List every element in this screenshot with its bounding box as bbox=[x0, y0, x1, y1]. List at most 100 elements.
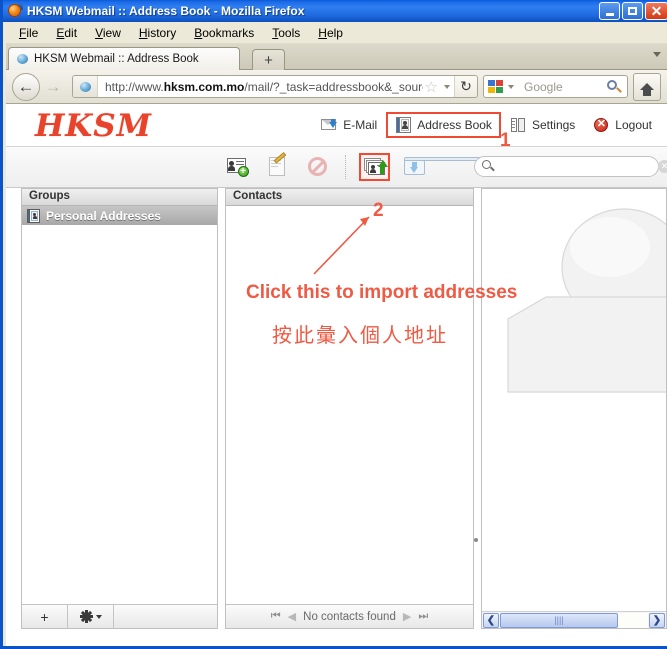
add-group-button[interactable]: + bbox=[22, 605, 68, 628]
menu-tools[interactable]: Tools bbox=[263, 24, 309, 42]
close-button[interactable]: ✕ bbox=[645, 2, 667, 20]
edit-pencil-icon bbox=[265, 152, 291, 180]
toolbar-button-group: + bbox=[222, 152, 636, 181]
menu-bookmarks[interactable]: Bookmarks bbox=[185, 24, 263, 42]
grip-icon: |||| bbox=[554, 615, 564, 625]
nav-address-book[interactable]: Address Book bbox=[386, 112, 501, 138]
url-text: http://www.hksm.com.mo/mail/?_task=addre… bbox=[105, 79, 423, 94]
plus-icon: + bbox=[264, 52, 273, 69]
maximize-button[interactable] bbox=[622, 2, 643, 20]
browser-window: HKSM Webmail :: Address Book - Mozilla F… bbox=[0, 0, 667, 649]
groups-panel-footer: + bbox=[22, 604, 217, 628]
add-contact-button[interactable]: + bbox=[222, 153, 253, 181]
scroll-left-button[interactable]: ❮ bbox=[483, 612, 499, 628]
addressbook-columns: Groups Personal Addresses + Contacts ⏮ ◀… bbox=[6, 188, 667, 646]
tab-title: HKSM Webmail :: Address Book bbox=[34, 53, 199, 65]
contacts-list bbox=[226, 206, 473, 604]
url-bar[interactable]: http://www.hksm.com.mo/mail/?_task=addre… bbox=[72, 75, 478, 98]
site-favicon-icon bbox=[73, 76, 98, 97]
group-item-personal-addresses[interactable]: Personal Addresses bbox=[22, 206, 217, 225]
mail-icon bbox=[321, 117, 338, 133]
contacts-search-field[interactable]: ✕ bbox=[474, 156, 667, 177]
settings-icon bbox=[510, 117, 527, 133]
window-controls: ✕ bbox=[599, 2, 667, 20]
contacts-panel-footer: ⏮ ◀ No contacts found ▶ ⏭ bbox=[226, 604, 473, 628]
export-contacts-icon bbox=[402, 155, 636, 179]
nav-logout[interactable]: ✕ Logout bbox=[584, 112, 661, 138]
menu-bar: File Edit View History Bookmarks Tools H… bbox=[6, 22, 667, 43]
list-all-tabs-icon[interactable] bbox=[653, 52, 661, 57]
import-contacts-button[interactable] bbox=[359, 153, 390, 181]
pager-prev-icon[interactable]: ◀ bbox=[288, 610, 296, 623]
webmail-header: HKSM E-Mail Address Book Settings ✕ Logo… bbox=[6, 104, 667, 151]
gear-icon bbox=[79, 610, 93, 623]
hksm-logo: HKSM bbox=[35, 108, 152, 144]
address-book-icon bbox=[395, 117, 412, 133]
add-contact-icon: + bbox=[224, 154, 252, 180]
nav-email[interactable]: E-Mail bbox=[312, 112, 386, 138]
navigation-toolbar: ← → http://www.hksm.com.mo/mail/?_task=a… bbox=[6, 70, 667, 104]
menu-view[interactable]: View bbox=[86, 24, 130, 42]
browser-search-bar[interactable]: Google bbox=[483, 75, 628, 98]
group-options-button[interactable] bbox=[68, 605, 114, 628]
back-button[interactable]: ← bbox=[12, 72, 40, 101]
title-bar: HKSM Webmail :: Address Book - Mozilla F… bbox=[3, 0, 667, 22]
chevron-down-icon[interactable] bbox=[444, 84, 450, 89]
group-item-label: Personal Addresses bbox=[46, 208, 161, 223]
browser-tab-active[interactable]: HKSM Webmail :: Address Book bbox=[8, 47, 240, 70]
chevron-down-icon bbox=[95, 614, 102, 619]
firefox-icon bbox=[7, 3, 23, 19]
contacts-pager: ⏮ ◀ No contacts found ▶ ⏭ bbox=[226, 610, 473, 623]
window-title: HKSM Webmail :: Address Book - Mozilla F… bbox=[27, 4, 305, 18]
search-icon bbox=[482, 159, 496, 174]
menu-help[interactable]: Help bbox=[309, 24, 352, 42]
nav-settings-label: Settings bbox=[531, 118, 576, 132]
reload-button[interactable]: ↻ bbox=[454, 76, 477, 97]
minimize-button[interactable] bbox=[599, 2, 620, 20]
close-icon: ✕ bbox=[650, 3, 663, 19]
annotation-step-2: 2 bbox=[373, 200, 384, 221]
address-book-icon bbox=[27, 208, 40, 223]
search-icon[interactable] bbox=[605, 78, 623, 96]
search-engine-chevron-icon[interactable] bbox=[508, 84, 514, 89]
pager-next-icon[interactable]: ▶ bbox=[403, 610, 411, 623]
groups-panel-header: Groups bbox=[22, 189, 217, 206]
hscroll-track[interactable]: |||| bbox=[500, 612, 648, 628]
export-contacts-button[interactable] bbox=[399, 153, 636, 181]
edit-contact-button[interactable] bbox=[262, 152, 293, 181]
contacts-panel: Contacts ⏮ ◀ No contacts found ▶ ⏭ bbox=[225, 188, 474, 629]
google-logo-icon bbox=[488, 79, 504, 94]
contact-frame-hscrollbar[interactable]: ❮ |||| ❯ bbox=[482, 611, 666, 628]
menu-edit[interactable]: Edit bbox=[47, 24, 86, 42]
nav-logout-label: Logout bbox=[615, 118, 652, 132]
home-button[interactable] bbox=[633, 72, 661, 101]
tab-strip: HKSM Webmail :: Address Book + bbox=[6, 43, 667, 71]
browser-search-placeholder: Google bbox=[524, 79, 563, 94]
back-arrow-icon: ← bbox=[17, 76, 35, 96]
hscroll-thumb[interactable]: |||| bbox=[500, 612, 618, 628]
home-icon bbox=[640, 83, 654, 96]
annotation-instruction-zh: 按此彙入個人地址 bbox=[272, 323, 448, 347]
tab-favicon-icon bbox=[17, 53, 29, 65]
nav-address-book-label: Address Book bbox=[417, 118, 492, 132]
scroll-right-button[interactable]: ❯ bbox=[649, 612, 665, 628]
nav-settings[interactable]: Settings bbox=[501, 112, 584, 138]
search-input[interactable] bbox=[496, 158, 658, 175]
forward-button[interactable]: → bbox=[40, 74, 66, 100]
pager-last-icon[interactable]: ⏭ bbox=[418, 610, 428, 623]
import-contacts-icon bbox=[362, 155, 388, 179]
watermark-illustration bbox=[482, 189, 666, 605]
bookmark-star-icon[interactable]: ☆ bbox=[423, 78, 440, 96]
contact-details-frame: ❮ |||| ❯ bbox=[481, 188, 667, 629]
delete-contact-button[interactable] bbox=[302, 153, 333, 181]
menu-history[interactable]: History bbox=[130, 24, 185, 42]
pager-first-icon[interactable]: ⏮ bbox=[271, 610, 281, 623]
clear-search-icon[interactable]: ✕ bbox=[658, 160, 667, 173]
logout-icon: ✕ bbox=[593, 117, 610, 133]
new-tab-button[interactable]: + bbox=[252, 49, 285, 71]
menu-file[interactable]: File bbox=[10, 24, 47, 42]
forward-arrow-icon: → bbox=[44, 76, 62, 96]
plus-icon: + bbox=[40, 608, 49, 625]
nav-email-label: E-Mail bbox=[343, 118, 378, 132]
panel-splitter-handle[interactable] bbox=[474, 538, 478, 542]
